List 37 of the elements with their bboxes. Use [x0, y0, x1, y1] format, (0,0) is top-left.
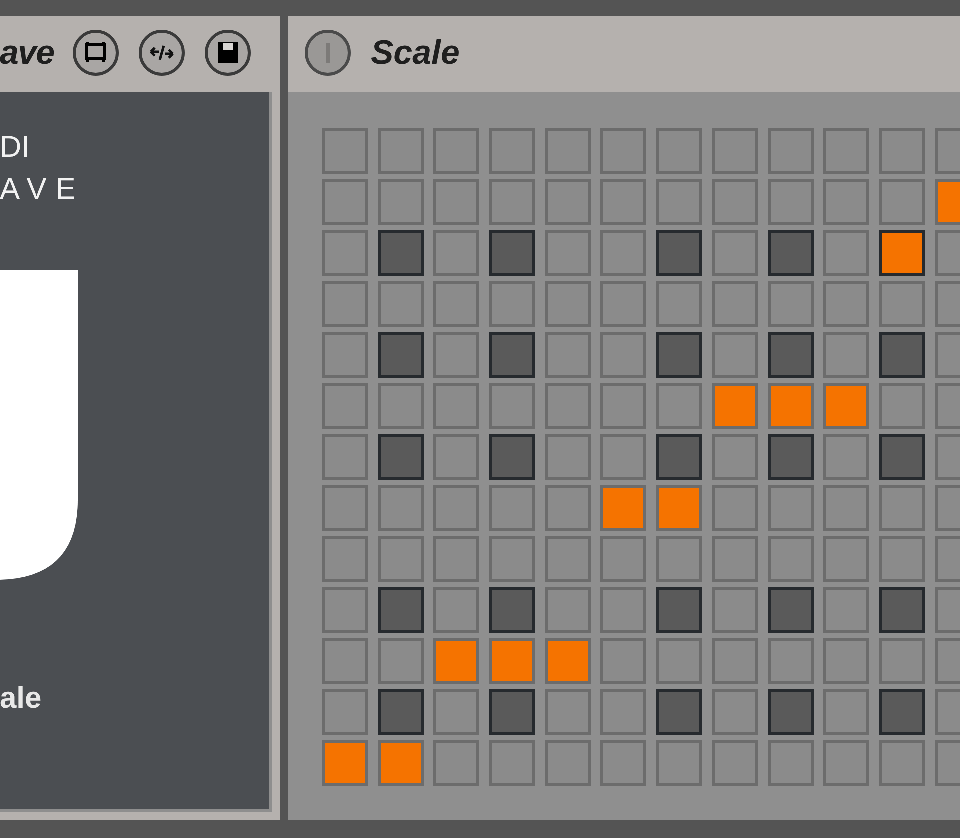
grid-pad[interactable]: [378, 689, 424, 735]
power-button[interactable]: [305, 30, 351, 76]
grid-pad[interactable]: [878, 434, 925, 480]
grid-pad[interactable]: [768, 689, 814, 735]
grid-pad[interactable]: [878, 332, 925, 378]
grid-pad[interactable]: [489, 689, 536, 735]
grid-pad[interactable]: [878, 230, 925, 276]
logo-text: DI: [0, 130, 30, 166]
grid-pad[interactable]: [378, 434, 424, 480]
device-title: Scale: [371, 32, 460, 74]
grid-pad[interactable]: [768, 332, 814, 378]
grid-pad[interactable]: [378, 230, 424, 276]
grid-pad[interactable]: [768, 230, 814, 276]
grid-pad[interactable]: [656, 434, 702, 480]
header-button[interactable]: [205, 30, 252, 76]
save-icon: [218, 42, 238, 63]
logo-caption: ale: [0, 681, 42, 717]
grid-pad[interactable]: [489, 332, 536, 378]
grid-pad[interactable]: [378, 332, 424, 378]
grid-pad[interactable]: [378, 587, 424, 633]
grid-pad[interactable]: [489, 230, 536, 276]
grid-pad[interactable]: [768, 434, 814, 480]
swap-icon: [150, 44, 174, 62]
grid-pad[interactable]: [489, 434, 536, 480]
grid-pad[interactable]: [656, 689, 702, 735]
grid-pad[interactable]: [656, 332, 702, 378]
clip-icon: [86, 40, 107, 64]
grid-pad[interactable]: [656, 230, 702, 276]
grid-pad[interactable]: [656, 587, 702, 633]
grid-pad[interactable]: [878, 587, 925, 633]
header-button[interactable]: [73, 30, 120, 76]
grid-pad[interactable]: [489, 587, 536, 633]
device-title: ave: [0, 32, 54, 74]
logo-text: AVE: [0, 172, 85, 208]
grid-pad[interactable]: [878, 689, 925, 735]
header-button[interactable]: [139, 30, 186, 76]
grid-pad[interactable]: [768, 587, 814, 633]
